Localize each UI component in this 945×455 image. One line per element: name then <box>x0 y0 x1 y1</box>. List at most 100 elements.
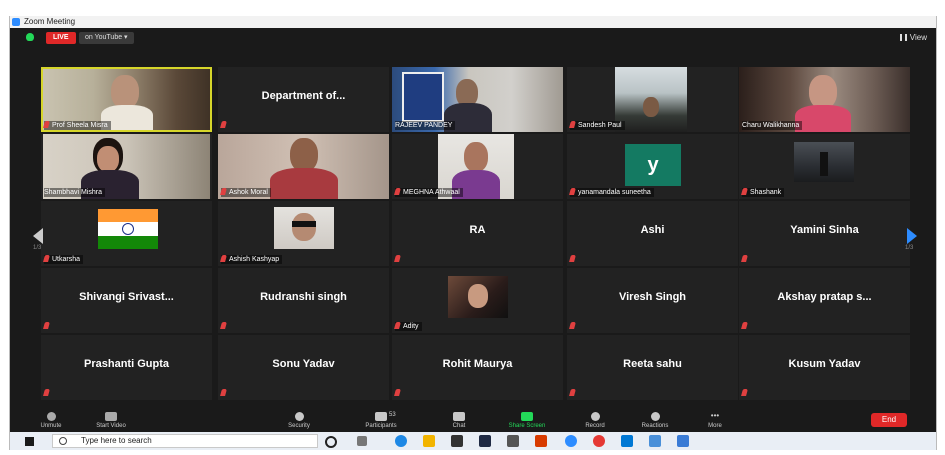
muted-mic-icon <box>220 389 227 396</box>
search-placeholder: Type here to search <box>81 436 152 445</box>
participant-tile[interactable]: Rohit Maurya <box>392 335 563 400</box>
participant-tile[interactable]: Ashish Kashyap <box>218 201 389 266</box>
participant-tile[interactable]: Department of... <box>218 67 389 132</box>
unmute-label: Unmute <box>40 423 62 429</box>
muted-mic-icon <box>394 255 401 262</box>
video-off-icon <box>105 412 117 421</box>
participant-tile[interactable]: Viresh Singh <box>567 268 738 333</box>
participant-display-name: Ashi <box>640 223 665 236</box>
security-button[interactable]: Security <box>269 412 329 429</box>
muted-mic-icon <box>43 322 50 329</box>
muted-mic-icon <box>220 322 227 329</box>
muted-mic-icon <box>220 188 227 195</box>
participant-tile[interactable]: Prof Sheela Misra <box>41 67 212 132</box>
participant-tile[interactable]: RA <box>392 201 563 266</box>
share-screen-icon <box>521 412 533 421</box>
muted-mic-icon <box>569 121 576 128</box>
participant-name <box>220 322 232 331</box>
muted-mic-icon <box>741 322 748 329</box>
previous-page-arrow-icon[interactable] <box>33 228 43 244</box>
page-indicator-right: 1/3 <box>905 245 914 251</box>
participant-tile[interactable]: Adity <box>392 268 563 333</box>
participant-tile[interactable]: Sandesh Paul <box>567 67 738 132</box>
record-label: Record <box>585 423 605 429</box>
chat-button[interactable]: Chat <box>429 412 489 429</box>
more-label: More <box>708 423 722 429</box>
chat-label: Chat <box>452 423 466 429</box>
outlook-icon[interactable] <box>621 435 633 447</box>
participant-name <box>43 389 55 398</box>
reactions-button[interactable]: Reactions <box>625 412 685 429</box>
participant-tile[interactable]: Rudranshi singh <box>218 268 389 333</box>
muted-mic-icon <box>220 255 227 262</box>
participant-name: yanamandala suneetha <box>569 188 654 197</box>
office-icon[interactable] <box>535 435 547 447</box>
view-button[interactable]: View <box>899 32 927 44</box>
participant-tile[interactable]: Shashank <box>739 134 910 199</box>
live-badge[interactable]: LIVE <box>46 32 76 44</box>
notepad-icon[interactable] <box>507 435 519 447</box>
participant-tile[interactable]: Shambhavi Mishra <box>41 134 212 199</box>
page-indicator-left: 1/3 <box>33 245 42 251</box>
muted-mic-icon <box>220 121 227 128</box>
participant-name: Ashok Moral <box>220 188 271 197</box>
participant-name <box>394 255 406 264</box>
participants-button[interactable]: 53 Participants <box>351 412 411 429</box>
share-screen-button[interactable]: Share Screen <box>497 412 557 429</box>
participant-tile[interactable]: RAJEEV PANDEY <box>392 67 563 132</box>
chrome-icon[interactable] <box>593 435 605 447</box>
stream-destination-dropdown[interactable]: on YouTube ▾ <box>79 32 134 44</box>
muted-mic-icon <box>741 389 748 396</box>
title-bar: Zoom Meeting <box>9 16 937 28</box>
participant-name <box>569 389 581 398</box>
participant-tile[interactable]: Shivangi Srivast... <box>41 268 212 333</box>
task-view-icon[interactable] <box>357 436 367 446</box>
participant-display-name: Sonu Yadav <box>272 357 335 370</box>
participant-avatar: y <box>625 144 681 186</box>
participant-tile[interactable]: Utkarsha <box>41 201 212 266</box>
participant-tile[interactable]: Sonu Yadav <box>218 335 389 400</box>
zoom-taskbar-icon[interactable] <box>565 435 577 447</box>
windows-start-icon[interactable] <box>25 437 34 446</box>
app-icon[interactable] <box>479 435 491 447</box>
muted-mic-icon <box>569 188 576 195</box>
end-meeting-button[interactable]: End <box>871 413 907 427</box>
next-page-arrow-icon[interactable] <box>907 228 917 244</box>
file-explorer-icon[interactable] <box>423 435 435 447</box>
participant-tile[interactable]: Kusum Yadav <box>739 335 910 400</box>
store-icon[interactable] <box>451 435 463 447</box>
participant-name: Prof Sheela Misra <box>43 121 111 130</box>
screen-icon[interactable] <box>649 435 661 447</box>
participant-name: Adity <box>394 322 422 331</box>
participant-tile[interactable]: Ashok Moral <box>218 134 389 199</box>
unmute-button[interactable]: Unmute <box>21 412 81 429</box>
participant-display-name: Department of... <box>261 89 346 102</box>
participant-avatar-photo <box>274 207 334 249</box>
participant-tile[interactable]: MEGHNA Athwaal <box>392 134 563 199</box>
participant-tile[interactable]: Yamini Sinha <box>739 201 910 266</box>
muted-mic-icon <box>569 322 576 329</box>
taskbar-search-input[interactable]: Type here to search <box>52 434 318 448</box>
participant-display-name: RA <box>469 223 486 236</box>
participant-tile[interactable]: Akshay pratap s... <box>739 268 910 333</box>
participant-display-name: Rudranshi singh <box>260 290 347 303</box>
muted-mic-icon <box>43 121 50 128</box>
participant-name <box>569 322 581 331</box>
participant-display-name: Rohit Maurya <box>442 357 513 370</box>
encryption-shield-icon[interactable] <box>26 33 34 41</box>
start-video-button[interactable]: Start Video <box>81 412 141 429</box>
muted-mic-icon <box>394 188 401 195</box>
search-icon <box>59 437 67 445</box>
participants-label: Participants <box>365 423 397 429</box>
participant-tile[interactable]: Charu Walikhanna <box>739 67 910 132</box>
participant-tile[interactable]: Prashanti Gupta <box>41 335 212 400</box>
participant-tile[interactable]: Reeta sahu <box>567 335 738 400</box>
record-button[interactable]: Record <box>565 412 625 429</box>
more-button[interactable]: ••• More <box>685 412 745 430</box>
photos-icon[interactable] <box>677 435 689 447</box>
cortana-icon[interactable] <box>325 436 337 448</box>
participant-tile[interactable]: Ashi <box>567 201 738 266</box>
muted-mic-icon <box>394 322 401 329</box>
edge-browser-icon[interactable] <box>395 435 407 447</box>
participant-tile[interactable]: y yanamandala suneetha <box>567 134 738 199</box>
